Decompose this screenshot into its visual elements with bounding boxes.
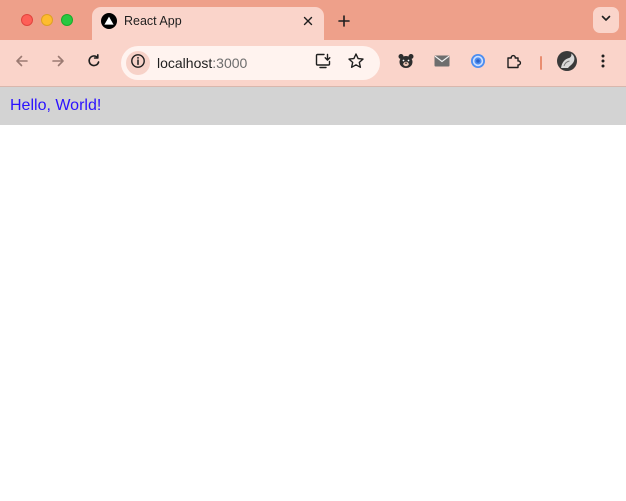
profile-button[interactable] <box>555 50 579 77</box>
reload-icon <box>86 53 102 74</box>
star-icon <box>347 52 365 75</box>
forward-button[interactable] <box>46 51 70 75</box>
bear-extension-button[interactable] <box>394 51 418 75</box>
puzzle-extensions-icon <box>505 52 523 75</box>
url-port: :3000 <box>212 55 248 71</box>
reload-button[interactable] <box>82 51 106 75</box>
swirl-extension-button[interactable] <box>466 51 490 75</box>
install-app-icon <box>314 52 332 75</box>
info-icon <box>130 53 146 74</box>
site-info-button[interactable] <box>126 51 150 75</box>
bookmark-button[interactable] <box>346 52 366 75</box>
browser-toolbar: localhost:3000 <box>0 40 626 86</box>
greeting-text: Hello, World! <box>10 97 102 114</box>
tab-react-app[interactable]: React App <box>92 7 324 40</box>
close-window-button[interactable] <box>21 14 33 26</box>
back-button[interactable] <box>10 51 34 75</box>
mail-extension-icon <box>433 52 451 75</box>
toolbar-divider <box>540 56 542 70</box>
tab-search-button[interactable] <box>593 7 619 33</box>
bear-extension-icon <box>397 52 415 75</box>
app-header: Hello, World! <box>0 87 626 125</box>
profile-avatar <box>556 50 578 77</box>
react-app-favicon-icon <box>101 13 117 29</box>
kebab-menu-icon <box>600 53 606 74</box>
minimize-window-button[interactable] <box>41 14 53 26</box>
url-text[interactable]: localhost:3000 <box>157 55 247 71</box>
arrow-right-icon <box>50 53 66 74</box>
arrow-left-icon <box>14 53 30 74</box>
address-bar[interactable]: localhost:3000 <box>121 46 380 80</box>
install-app-button[interactable] <box>313 53 333 73</box>
swirl-extension-icon <box>469 52 487 75</box>
maximize-window-button[interactable] <box>61 14 73 26</box>
page-viewport: Hello, World! <box>0 87 626 501</box>
mail-extension-button[interactable] <box>430 51 454 75</box>
url-host: localhost <box>157 55 213 71</box>
chevron-down-icon <box>600 11 612 29</box>
tab-title: React App <box>124 14 182 28</box>
tab-strip: React App <box>0 0 626 40</box>
new-tab-button[interactable] <box>333 10 355 32</box>
extensions-button[interactable] <box>502 51 526 75</box>
tab-close-icon[interactable] <box>298 11 318 31</box>
browser-menu-button[interactable] <box>591 51 615 75</box>
